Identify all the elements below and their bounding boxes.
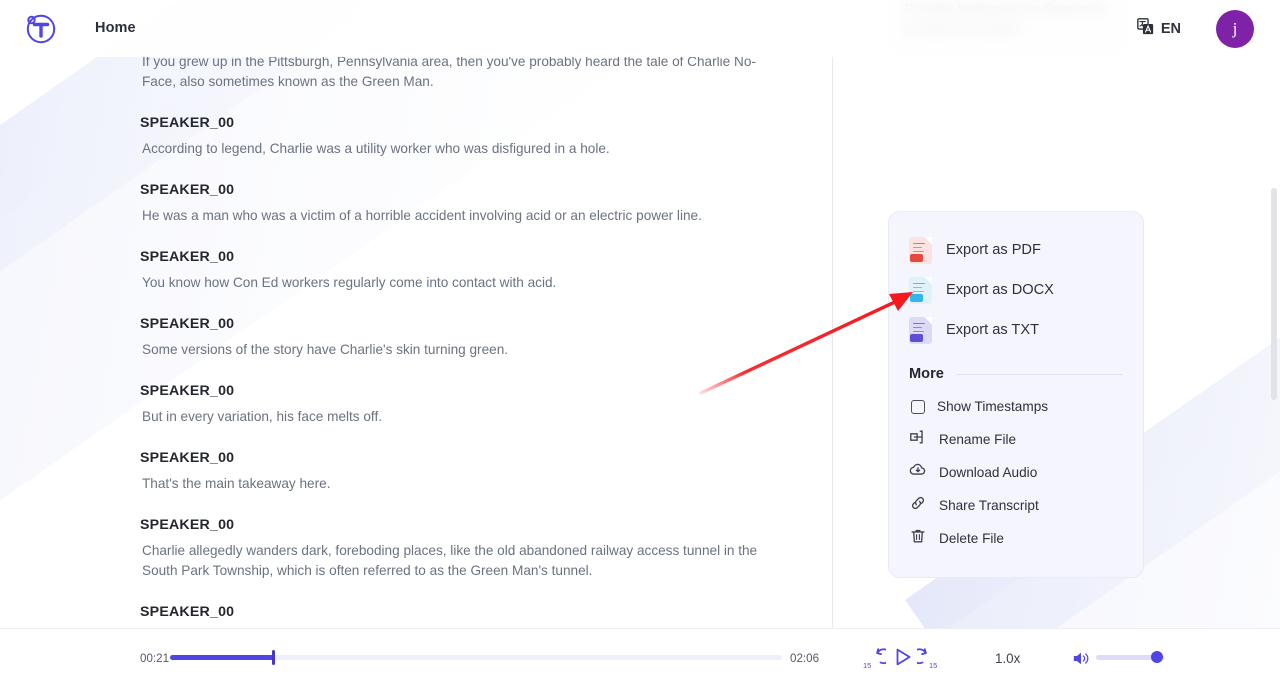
pdf-file-icon — [909, 236, 932, 264]
progress-knob[interactable] — [272, 650, 276, 665]
play-icon[interactable] — [891, 646, 913, 673]
transcript-speaker: SPEAKER_00 — [140, 383, 235, 399]
more-option-label: Share Transcript — [939, 498, 1039, 513]
volume-icon[interactable] — [1071, 649, 1090, 673]
transcript-speaker: SPEAKER_00 — [140, 115, 235, 131]
playback-speed-button[interactable]: 1.0x — [995, 651, 1020, 666]
cloud-download-icon — [909, 461, 927, 484]
transcript-speaker: SPEAKER_00 — [140, 517, 235, 533]
language-label: EN — [1160, 21, 1181, 37]
app-root: If you grew up in the Pittsburgh, Pennsy… — [0, 0, 1280, 687]
more-option[interactable]: Rename File — [909, 423, 1123, 456]
export-option[interactable]: Export as TXT — [909, 310, 1123, 350]
checkbox-icon[interactable] — [911, 399, 925, 414]
docx-file-icon — [909, 276, 932, 304]
transcribe-logo-icon[interactable] — [23, 11, 57, 45]
transcript-speaker: SPEAKER_00 — [140, 316, 235, 332]
current-time: 00:21 — [140, 652, 170, 665]
transcript-speaker: SPEAKER_00 — [140, 249, 235, 265]
more-option-label: Rename File — [939, 432, 1017, 447]
rewind-15-icon[interactable]: 15 — [862, 646, 892, 675]
more-option[interactable]: Show Timestamps — [909, 390, 1123, 423]
svg-text:15: 15 — [929, 661, 937, 670]
transcript-block[interactable]: SPEAKER_00 He was a man who was a victim … — [140, 182, 772, 226]
svg-text:15: 15 — [863, 661, 871, 670]
progress-slider[interactable] — [170, 650, 782, 665]
transcript-speaker: SPEAKER_00 — [140, 450, 235, 466]
trash-icon — [909, 527, 927, 550]
transcript-block[interactable]: SPEAKER_00 You know how Con Ed workers re… — [140, 249, 772, 293]
export-option-label: Export as TXT — [946, 322, 1039, 338]
more-option[interactable]: Share Transcript — [909, 489, 1123, 522]
transcript-text: Some versions of the story have Charlie'… — [142, 342, 509, 357]
export-option[interactable]: Export as DOCX — [909, 270, 1123, 310]
progress-fill — [170, 655, 275, 660]
transcript-block[interactable]: SPEAKER_00 According to legend, Charlie w… — [140, 115, 772, 159]
transcript-text: Charlie allegedly wanders dark, forebodi… — [142, 543, 758, 578]
page-scrollbar[interactable] — [1271, 188, 1277, 400]
transcript-speaker: SPEAKER_00 — [140, 182, 235, 198]
more-option-label: Download Audio — [939, 465, 1038, 480]
transcript-text: But in every variation, his face melts o… — [142, 409, 383, 424]
transcript-text: You know how Con Ed workers regularly co… — [142, 275, 557, 290]
avatar[interactable]: j — [1216, 10, 1254, 48]
transcript-block[interactable]: SPEAKER_00 Some versions of the story hav… — [140, 316, 772, 360]
forward-15-icon[interactable]: 15 — [911, 646, 941, 675]
language-selector[interactable]: EN — [1137, 18, 1181, 40]
more-header: More — [909, 366, 1123, 382]
translate-icon — [1137, 18, 1154, 40]
more-option[interactable]: Delete File — [909, 522, 1123, 555]
volume-knob[interactable] — [1151, 651, 1163, 663]
transcript-block[interactable]: SPEAKER_00 But in every variation, his fa… — [140, 383, 772, 427]
transcript-speaker: SPEAKER_00 — [140, 604, 235, 620]
export-option[interactable]: Export as PDF — [909, 230, 1123, 270]
column-divider — [832, 0, 833, 628]
more-option-label: Delete File — [939, 531, 1004, 546]
more-divider — [955, 373, 1123, 375]
more-title: More — [909, 366, 944, 382]
txt-file-icon — [909, 316, 932, 344]
transcript-text: That's the main takeaway here. — [142, 476, 331, 491]
transcript-text: He was a man who was a victim of a horri… — [142, 208, 702, 223]
app-header: Home EN j — [0, 0, 1280, 57]
transcript-block[interactable]: SPEAKER_00 Charlie allegedly wanders dark… — [140, 517, 772, 581]
transcript-block[interactable]: If you grew up in the Pittsburgh, Pennsy… — [140, 52, 772, 92]
more-option[interactable]: Download Audio — [909, 456, 1123, 489]
actions-card: Export as PDF Export as DOCX Export as TXT… — [888, 211, 1144, 578]
link-icon — [909, 494, 927, 517]
transcript-panel[interactable]: If you grew up in the Pittsburgh, Pennsy… — [0, 0, 832, 628]
transcript-block[interactable]: SPEAKER_00 — [140, 604, 772, 620]
transcript-block[interactable]: SPEAKER_00 That's the main takeaway here. — [140, 450, 772, 494]
export-option-label: Export as DOCX — [946, 282, 1054, 298]
transcript-text: If you grew up in the Pittsburgh, Pennsy… — [142, 54, 756, 89]
nav-item-home[interactable]: Home — [95, 20, 136, 36]
export-option-label: Export as PDF — [946, 242, 1041, 258]
rename-icon — [909, 428, 927, 451]
more-option-label: Show Timestamps — [937, 399, 1049, 414]
transcript-text: According to legend, Charlie was a utili… — [142, 141, 610, 156]
total-time: 02:06 — [790, 652, 820, 665]
